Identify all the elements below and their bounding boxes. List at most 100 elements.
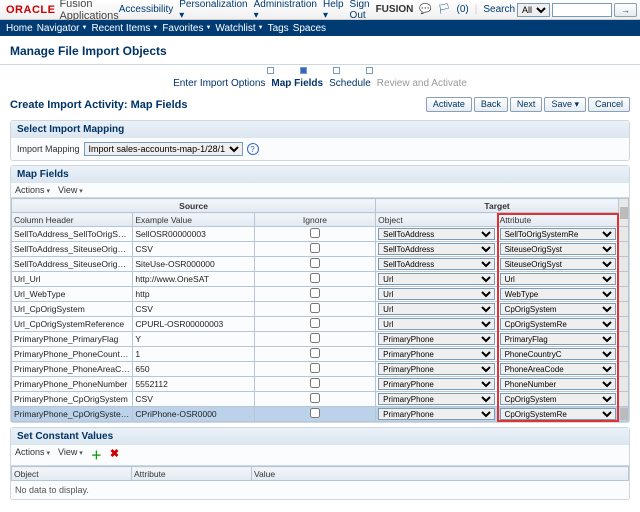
cell-object[interactable]: PrimaryPhone [376,362,497,377]
cell-object[interactable]: Url [376,317,497,332]
cell-ignore[interactable] [254,362,375,377]
scroll-track[interactable] [619,257,629,272]
cell-attribute[interactable]: CpOrigSystem [497,392,618,407]
const-th-object[interactable]: Object [12,467,132,481]
nav-tags[interactable]: Tags [268,23,289,34]
wiz-step-options[interactable]: Enter Import Options [173,78,265,89]
cell-object[interactable]: SellToAddress [376,227,497,242]
cell-attribute[interactable]: SellToOrigSystemRe [497,227,618,242]
nav-favorites[interactable]: Favorites▼ [162,23,211,34]
cell-ignore[interactable] [254,347,375,362]
scroll-track[interactable] [619,317,629,332]
activate-button[interactable]: Activate [426,97,472,112]
cancel-button[interactable]: Cancel [588,97,630,112]
import-mapping-select[interactable]: Import sales-accounts-map-1/28/1 [84,142,243,156]
cell-ignore[interactable] [254,317,375,332]
save-button[interactable]: Save ▾ [544,97,586,112]
link-help[interactable]: Help ▾ [323,0,344,21]
cell-ignore[interactable] [254,227,375,242]
cell-object[interactable]: PrimaryPhone [376,332,497,347]
const-actions-menu[interactable]: Actions [15,447,50,463]
table-row[interactable]: SellToAddress_SiteuseOrigSystemCSVSellTo… [12,242,629,257]
scroll-track[interactable] [619,347,629,362]
table-row[interactable]: PrimaryPhone_PhoneAreaCode650PrimaryPhon… [12,362,629,377]
table-row[interactable]: Url_WebTypehttpUrlWebType [12,287,629,302]
cell-attribute[interactable]: PhoneCountryC [497,347,618,362]
cell-object[interactable]: Url [376,302,497,317]
cell-object[interactable]: PrimaryPhone [376,407,497,422]
nav-watchlist[interactable]: Watchlist▼ [215,23,263,34]
cell-attribute[interactable]: PhoneAreaCode [497,362,618,377]
table-row[interactable]: PrimaryPhone_CpOrigSystemCSVPrimaryPhone… [12,392,629,407]
search-scope[interactable]: All [517,3,550,17]
wiz-step-mapfields[interactable]: Map Fields [271,78,323,89]
cell-ignore[interactable] [254,242,375,257]
nav-recent[interactable]: Recent Items▼ [91,23,158,34]
table-row[interactable]: PrimaryPhone_PhoneCountryCode1PrimaryPho… [12,347,629,362]
add-icon[interactable]: ＋ [91,447,102,463]
cell-attribute[interactable]: CpOrigSystemRe [497,407,618,422]
wiz-step-schedule[interactable]: Schedule [329,78,371,89]
link-accessibility[interactable]: Accessibility [119,4,173,15]
nav-navigator[interactable]: Navigator▼ [37,23,88,34]
table-row[interactable]: SellToAddress_SellToOrigSystemReferenceS… [12,227,629,242]
scroll-track[interactable] [619,377,629,392]
table-row[interactable]: PrimaryPhone_CpOrigSystemReferenceCPriPh… [12,407,629,422]
cell-object[interactable]: PrimaryPhone [376,347,497,362]
cell-object[interactable]: PrimaryPhone [376,377,497,392]
nav-spaces[interactable]: Spaces [293,23,326,34]
wiz-dot-2[interactable] [300,67,307,74]
cell-attribute[interactable]: PrimaryFlag [497,332,618,347]
scroll-track[interactable] [619,287,629,302]
th-ignore[interactable]: Ignore [254,213,375,227]
cell-attribute[interactable]: SiteuseOrigSyst [497,257,618,272]
cell-object[interactable]: Url [376,272,497,287]
scroll-track[interactable] [619,392,629,407]
cell-ignore[interactable] [254,272,375,287]
scroll-track[interactable] [619,227,629,242]
cell-ignore[interactable] [254,377,375,392]
table-row[interactable]: SellToAddress_SiteuseOrigSystemRefSiteUs… [12,257,629,272]
scroll-track[interactable] [619,302,629,317]
cell-ignore[interactable] [254,287,375,302]
search-go-button[interactable]: → [614,3,637,17]
remove-icon[interactable]: ✖ [110,447,119,463]
cell-attribute[interactable]: CpOrigSystemRe [497,317,618,332]
help-icon[interactable]: ? [247,143,259,155]
table-row[interactable]: PrimaryPhone_PhoneNumber5552112PrimaryPh… [12,377,629,392]
th-attribute[interactable]: Attribute [497,213,618,227]
const-th-value[interactable]: Value [252,467,629,481]
cell-attribute[interactable]: SiteuseOrigSyst [497,242,618,257]
table-row[interactable]: Url_Urlhttp://www.OneSATUrlUrl [12,272,629,287]
cell-ignore[interactable] [254,407,375,422]
scroll-track[interactable] [619,362,629,377]
cell-ignore[interactable] [254,302,375,317]
view-menu[interactable]: View [58,185,83,195]
cell-object[interactable]: SellToAddress [376,257,497,272]
cell-object[interactable]: Url [376,287,497,302]
table-row[interactable]: Url_CpOrigSystemCSVUrlCpOrigSystem [12,302,629,317]
cell-attribute[interactable]: CpOrigSystem [497,302,618,317]
th-column-header[interactable]: Column Header [12,213,133,227]
back-button[interactable]: Back [474,97,508,112]
cell-object[interactable]: SellToAddress [376,242,497,257]
flag-icon[interactable]: 🏳 [438,4,451,15]
cell-attribute[interactable]: WebType [497,287,618,302]
cell-attribute[interactable]: PhoneNumber [497,377,618,392]
nav-home[interactable]: Home [6,23,33,34]
chat-icon[interactable]: 💬 [419,4,431,15]
cell-attribute[interactable]: Url [497,272,618,287]
cell-ignore[interactable] [254,392,375,407]
wiz-dot-3[interactable] [333,67,340,74]
link-personalization[interactable]: Personalization ▾ [179,0,247,21]
search-input[interactable] [552,3,612,17]
link-signout[interactable]: Sign Out [350,0,370,21]
table-row[interactable]: PrimaryPhone_PrimaryFlagYPrimaryPhonePri… [12,332,629,347]
scroll-track[interactable] [619,407,629,422]
wiz-dot-1[interactable] [267,67,274,74]
actions-menu[interactable]: Actions [15,185,50,195]
scroll-track[interactable] [619,332,629,347]
cell-ignore[interactable] [254,257,375,272]
table-row[interactable]: Url_CpOrigSystemReferenceCPURL-OSR000000… [12,317,629,332]
scroll-track[interactable] [619,242,629,257]
